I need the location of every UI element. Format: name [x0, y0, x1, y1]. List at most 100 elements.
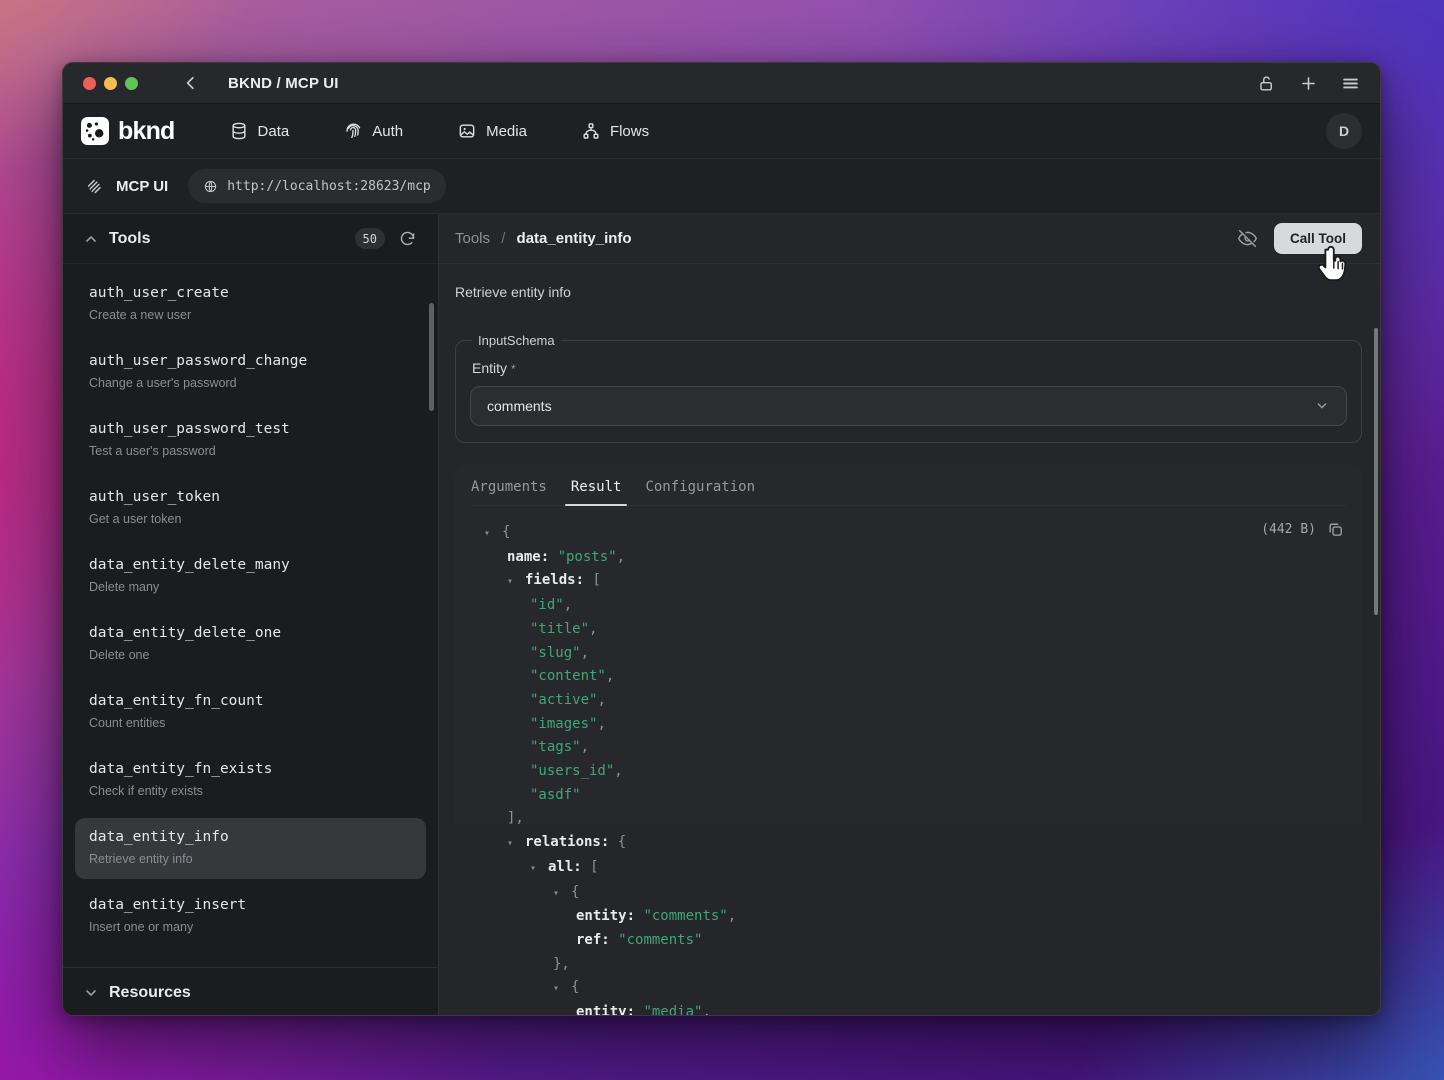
mcp-ui-label: MCP UI — [116, 178, 168, 195]
tools-section-header[interactable]: Tools 50 — [63, 214, 438, 264]
server-url-pill[interactable]: http://localhost:28623/mcp — [188, 169, 446, 203]
tool-description: Retrieve entity info — [89, 850, 412, 868]
entity-field-label: Entity* — [472, 360, 1345, 376]
tools-list: auth_user_create Create a new user auth_… — [63, 264, 438, 947]
minimize-button[interactable] — [104, 77, 117, 90]
tool-name: data_entity_delete_many — [89, 555, 412, 575]
breadcrumb-separator: / — [501, 230, 505, 247]
tool-name: data_entity_fn_count — [89, 691, 412, 711]
tool-description: Insert one or many — [89, 918, 412, 936]
result-area: (442 B) ▾{name: "posts",▾fields: ["id","… — [471, 506, 1346, 1016]
nav-item-media[interactable]: Media — [457, 121, 527, 141]
resources-section-title: Resources — [109, 984, 191, 1002]
chevron-down-icon — [1314, 398, 1330, 414]
fingerprint-icon — [343, 121, 363, 141]
tool-list-item[interactable]: data_entity_insert Insert one or many — [75, 886, 426, 947]
tool-list-item[interactable]: data_entity_fn_exists Check if entity ex… — [75, 750, 426, 811]
window-titlebar: BKND / MCP UI — [63, 63, 1380, 104]
tool-description: Delete many — [89, 578, 412, 596]
brand-wordmark: bknd — [118, 117, 175, 146]
tool-list-item[interactable]: data_entity_info Retrieve entity info — [75, 818, 426, 879]
tool-list-item[interactable]: auth_user_password_change Change a user'… — [75, 342, 426, 403]
tools-section-title: Tools — [109, 230, 150, 248]
nav-item-data[interactable]: Data — [229, 121, 290, 141]
call-tool-button[interactable]: Call Tool — [1274, 223, 1362, 254]
app-window: BKND / MCP UI bknd Data Auth — [62, 62, 1381, 1016]
new-tab-plus-icon[interactable] — [1299, 74, 1318, 93]
tool-name: auth_user_token — [89, 487, 412, 507]
tool-list-item[interactable]: data_entity_fn_count Count entities — [75, 682, 426, 743]
breadcrumb-section[interactable]: Tools — [455, 230, 490, 247]
close-button[interactable] — [83, 77, 96, 90]
entity-select-value: comments — [487, 398, 552, 414]
tool-name: data_entity_info — [89, 827, 412, 847]
refresh-icon[interactable] — [399, 230, 416, 247]
json-result-tree[interactable]: ▾{name: "posts",▾fields: ["id","title","… — [471, 521, 1346, 1016]
tool-description: Count entities — [89, 714, 412, 732]
eye-off-icon[interactable] — [1237, 228, 1258, 249]
user-avatar[interactable]: D — [1326, 113, 1362, 149]
entity-select[interactable]: comments — [470, 386, 1347, 426]
required-marker: * — [511, 362, 516, 376]
layers-stack-icon — [85, 177, 104, 196]
tool-list-item[interactable]: auth_user_password_test Test a user's pa… — [75, 410, 426, 471]
tool-list-item[interactable]: data_entity_delete_many Delete many — [75, 546, 426, 607]
tab-result[interactable]: Result — [571, 479, 622, 505]
result-tabs: Arguments Result Configuration — [471, 465, 1346, 506]
main-scrollbar-thumb[interactable] — [1374, 328, 1378, 615]
window-title: BKND / MCP UI — [228, 75, 339, 92]
tool-description-text: Retrieve entity info — [455, 284, 1362, 304]
input-schema-legend: InputSchema — [472, 333, 561, 348]
chevron-left-icon — [182, 74, 200, 92]
copy-icon[interactable] — [1327, 521, 1344, 538]
mcp-toolbar: MCP UI http://localhost:28623/mcp — [63, 159, 1380, 214]
sidebar-scrollbar-thumb[interactable] — [429, 303, 434, 411]
tool-detail-header: Tools / data_entity_info Call Tool — [439, 214, 1380, 264]
tool-name: auth_user_password_change — [89, 351, 412, 371]
tool-list-item[interactable]: auth_user_token Get a user token — [75, 478, 426, 539]
tool-detail-panel: Tools / data_entity_info Call Tool Retri… — [439, 214, 1380, 1016]
menu-hamburger-icon[interactable] — [1341, 74, 1360, 93]
nav-item-label: Media — [486, 123, 527, 140]
back-button[interactable] — [182, 74, 200, 92]
tool-description: Delete one — [89, 646, 412, 664]
tool-name: auth_user_password_test — [89, 419, 412, 439]
bknd-logo-icon — [81, 117, 109, 145]
nav-item-label: Auth — [372, 123, 403, 140]
tool-description: Get a user token — [89, 510, 412, 528]
tool-description: Test a user's password — [89, 442, 412, 460]
nav-item-label: Data — [258, 123, 290, 140]
tool-list-item[interactable]: auth_user_create Create a new user — [75, 274, 426, 335]
nav-items: Data Auth Media Flows — [229, 121, 650, 141]
tool-description: Change a user's password — [89, 374, 412, 392]
breadcrumb-current: data_entity_info — [517, 230, 632, 247]
nav-item-label: Flows — [610, 123, 649, 140]
nav-item-flows[interactable]: Flows — [581, 121, 649, 141]
input-schema-fieldset: InputSchema Entity* comments — [455, 333, 1362, 443]
tools-count-badge: 50 — [355, 228, 385, 249]
flows-icon — [581, 121, 601, 141]
tool-name: data_entity_fn_exists — [89, 759, 412, 779]
server-url: http://localhost:28623/mcp — [227, 179, 431, 194]
window-controls — [83, 77, 138, 90]
tool-list-item[interactable]: data_entity_delete_one Delete one — [75, 614, 426, 675]
brand-logo[interactable]: bknd — [81, 117, 175, 146]
breadcrumb: Tools / data_entity_info — [455, 230, 632, 247]
chevron-down-icon — [83, 985, 99, 1001]
tool-name: auth_user_create — [89, 283, 412, 303]
result-card: Arguments Result Configuration (442 B) ▾… — [455, 465, 1362, 825]
result-size-label: (442 B) — [1261, 522, 1316, 537]
tool-name: data_entity_insert — [89, 895, 412, 915]
tab-arguments[interactable]: Arguments — [471, 479, 547, 505]
unlock-icon[interactable] — [1257, 74, 1276, 93]
maximize-button[interactable] — [125, 77, 138, 90]
database-icon — [229, 121, 249, 141]
globe-icon — [203, 179, 218, 194]
nav-item-auth[interactable]: Auth — [343, 121, 403, 141]
tool-description: Check if entity exists — [89, 782, 412, 800]
tab-configuration[interactable]: Configuration — [645, 479, 755, 505]
chevron-up-icon — [83, 231, 99, 247]
app-navbar: bknd Data Auth Media Flows D — [63, 104, 1380, 159]
tool-name: data_entity_delete_one — [89, 623, 412, 643]
resources-section-header[interactable]: Resources — [63, 967, 438, 1016]
